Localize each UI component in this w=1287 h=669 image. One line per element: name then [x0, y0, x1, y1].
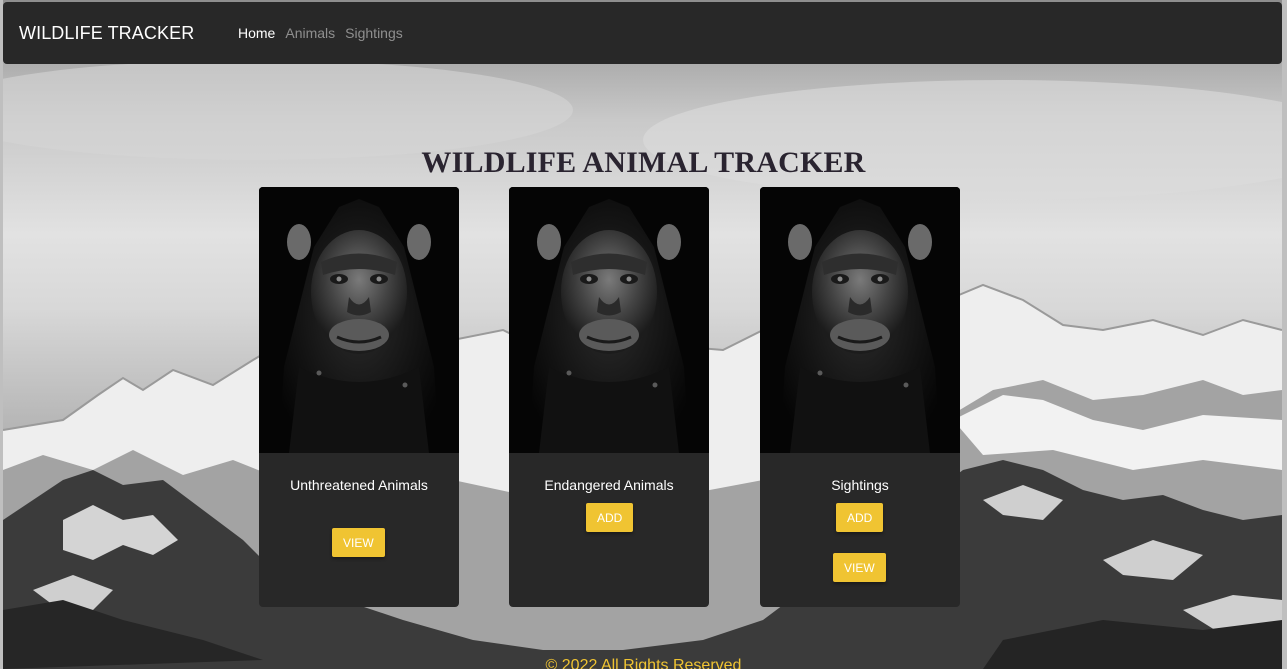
nav-link-sightings[interactable]: Sightings — [345, 25, 403, 41]
add-sighting-button[interactable]: ADD — [836, 503, 884, 532]
card-title: Unthreatened Animals — [290, 477, 428, 493]
chimpanzee-image — [259, 187, 459, 453]
card-endangered-animals: Endangered Animals ADD — [509, 187, 709, 607]
footer-copyright: © 2022 All Rights Reserved — [545, 657, 742, 669]
view-unthreatened-button[interactable]: VIEW — [332, 528, 385, 557]
nav-links: Home Animals Sightings — [238, 25, 403, 41]
add-endangered-button[interactable]: ADD — [586, 503, 634, 532]
navbar: WILDLIFE TRACKER Home Animals Sightings — [3, 2, 1282, 64]
card-unthreatened-animals: Unthreatened Animals VIEW — [259, 187, 459, 607]
brand-logo-text[interactable]: WILDLIFE TRACKER — [19, 23, 194, 44]
card-title: Endangered Animals — [544, 477, 674, 493]
view-sightings-button[interactable]: VIEW — [833, 553, 886, 582]
card-sightings: Sightings ADD VIEW — [760, 187, 960, 607]
chimpanzee-image — [509, 187, 709, 453]
nav-link-home[interactable]: Home — [238, 25, 275, 41]
chimpanzee-image — [760, 187, 960, 453]
nav-link-animals[interactable]: Animals — [285, 25, 335, 41]
page-title: WILDLIFE ANIMAL TRACKER — [421, 146, 866, 179]
card-title: Sightings — [831, 477, 889, 493]
